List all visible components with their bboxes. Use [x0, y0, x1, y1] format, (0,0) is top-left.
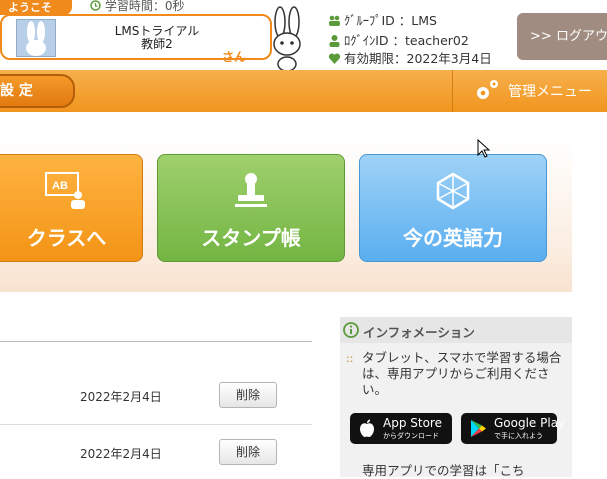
row-date: 2022年2月4日 — [80, 447, 162, 461]
settings-tab[interactable]: 設 定 — [0, 74, 75, 108]
app-store-label: App Store — [383, 416, 442, 430]
group-id: ｸﾞﾙｰﾌﾟID ：LMS — [328, 13, 437, 29]
google-play-label: Google Play — [494, 416, 566, 430]
user-name: LMSトライアル — [114, 24, 200, 38]
avatar — [16, 19, 56, 57]
welcome-badge: ようこそ — [0, 0, 72, 15]
mouse-cursor-icon — [477, 139, 491, 158]
bullet-icon: :: — [346, 352, 354, 365]
clock-icon — [90, 0, 101, 11]
login-id: ﾛｸﾞｲﾝID ：teacher02 — [328, 33, 469, 49]
user-role: 教師2 — [141, 37, 173, 51]
google-play-sublabel: で手に入れよう — [494, 432, 543, 440]
rabbit-mascot-icon — [273, 6, 301, 72]
tile-class-label: クラスへ — [26, 226, 107, 250]
nav-divider — [452, 70, 453, 112]
globe-icon — [436, 172, 470, 210]
tile-english-level[interactable]: 今の英語力 — [359, 154, 547, 262]
group-icon — [329, 15, 340, 26]
info-icon — [343, 322, 359, 338]
tile-stamp-label: スタンプ帳 — [201, 226, 301, 250]
google-play-button[interactable]: Google Play で手に入れよう — [461, 413, 565, 444]
google-play-icon — [471, 420, 486, 437]
expiry-date: 有効期限：2022年3月4日 — [328, 51, 492, 67]
tile-english-label: 今の英語力 — [403, 226, 503, 250]
gears-icon — [477, 80, 498, 99]
double-chevron-icon: >> — [530, 29, 552, 44]
row-date: 2022年2月4日 — [80, 390, 162, 404]
admin-menu-button[interactable]: 管理メニュー — [474, 78, 592, 105]
class-icon: AB — [44, 172, 85, 209]
info-title: インフォメーション — [363, 325, 475, 340]
list-divider — [0, 341, 312, 342]
heart-icon — [328, 53, 341, 64]
logout-button[interactable]: >> ログアウト — [517, 13, 607, 91]
tile-class[interactable]: AB クラスへ — [0, 154, 143, 262]
expiry-text: 有効期限：2022年3月4日 — [344, 51, 492, 66]
tile-stamp-book[interactable]: スタンプ帳 — [157, 154, 345, 262]
delete-button[interactable]: 削除 — [219, 439, 277, 465]
info-text: タブレット、スマホで学習する場合は、専用アプリからご利用ください。 — [362, 350, 562, 397]
admin-menu-label: 管理メニュー — [508, 84, 592, 100]
study-time: 学習時間：0秒 — [90, 0, 184, 12]
app-store-sublabel: からダウンロード — [383, 432, 439, 440]
delete-button[interactable]: 削除 — [219, 382, 277, 408]
apple-icon — [360, 419, 374, 437]
honorific-label: さん — [222, 50, 247, 64]
study-time-text: 学習時間：0秒 — [104, 0, 185, 13]
svg-text:AB: AB — [52, 180, 68, 192]
row-divider — [0, 424, 312, 425]
group-id-text: ｸﾞﾙｰﾌﾟID ：LMS — [344, 13, 437, 28]
user-icon — [329, 35, 340, 47]
stamp-icon — [235, 173, 267, 207]
app-store-button[interactable]: App Store からダウンロード — [350, 413, 452, 444]
login-id-text: ﾛｸﾞｲﾝID ：teacher02 — [344, 33, 469, 48]
